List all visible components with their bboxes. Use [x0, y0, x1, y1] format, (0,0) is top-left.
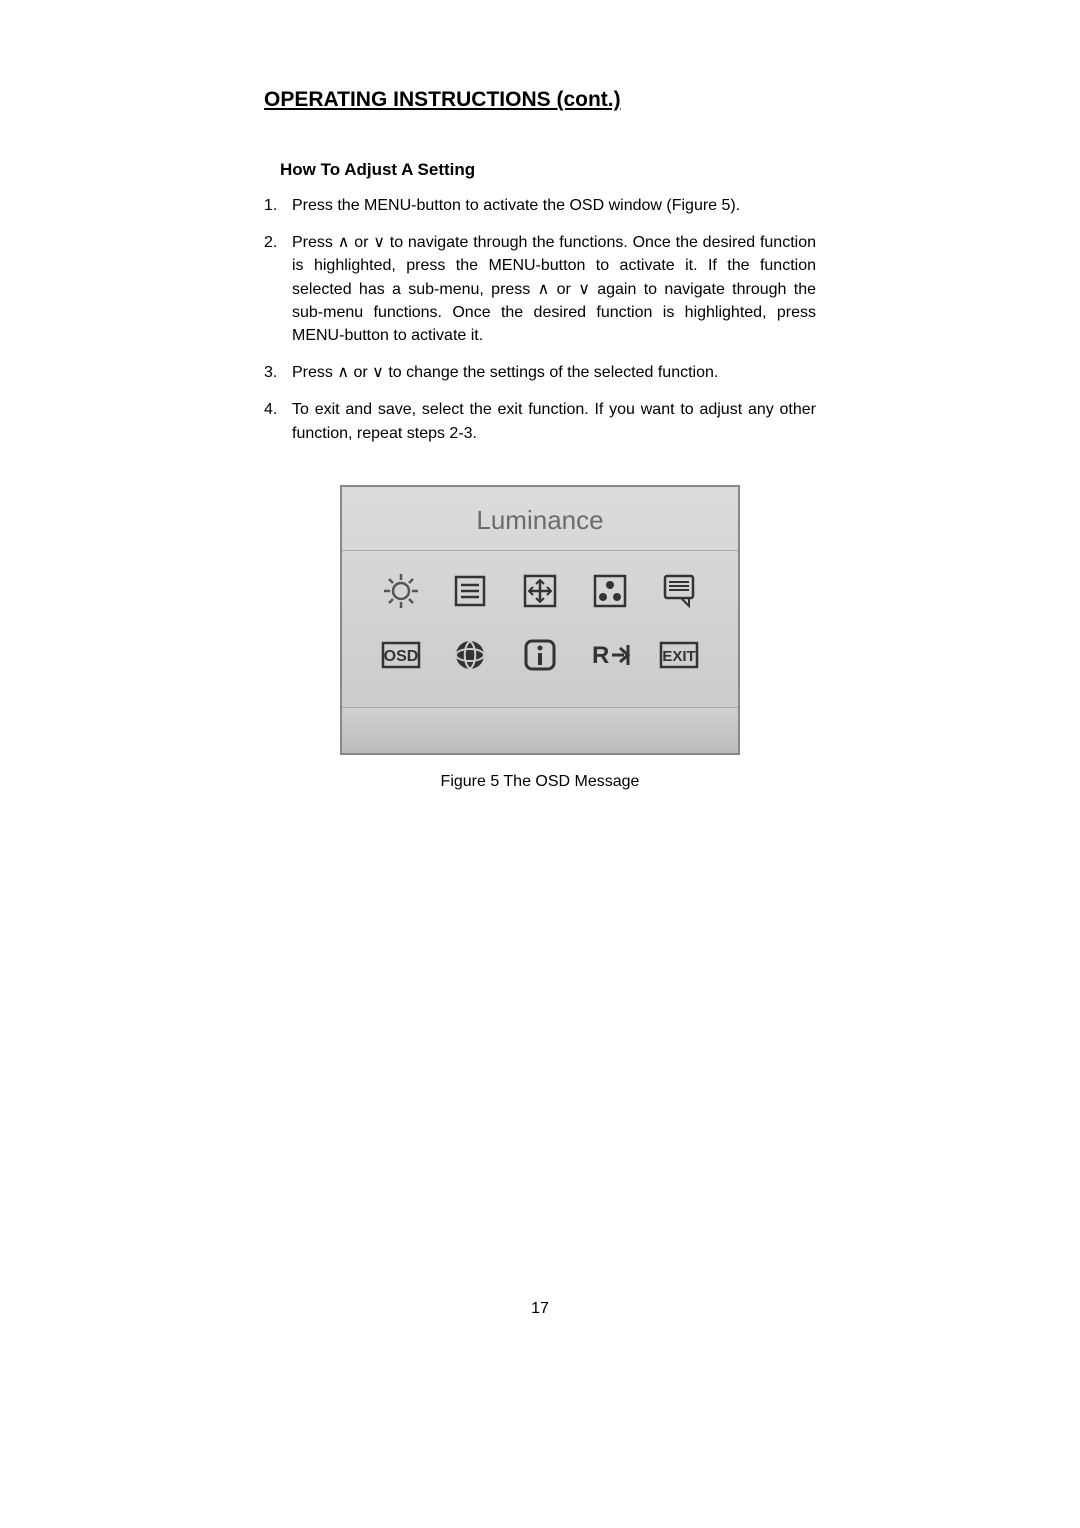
step-number: 2. [264, 231, 292, 254]
sub-header: How To Adjust A Setting [280, 160, 816, 180]
luminance-icon [379, 569, 423, 613]
svg-text:OSD: OSD [383, 648, 418, 665]
color-temp-icon [588, 569, 632, 613]
extra-icon [448, 633, 492, 677]
page-number: 17 [0, 1300, 1080, 1318]
section-header: OPERATING INSTRUCTIONS (cont.) [264, 88, 816, 112]
step-1: 1. Press the MENU-button to activate the… [264, 194, 816, 217]
figure-caption: Figure 5 The OSD Message [441, 773, 640, 791]
osd-icon-grid: OSD R EXIT [342, 551, 738, 707]
osd-title: Luminance [342, 487, 738, 551]
svg-text:R: R [592, 642, 609, 669]
information-icon [518, 633, 562, 677]
step-number: 4. [264, 398, 292, 421]
osd-setup-icon: OSD [379, 633, 423, 677]
step-text: Press ∧ or ∨ to navigate through the fun… [292, 231, 816, 347]
step-text: Press the MENU-button to activate the OS… [292, 194, 816, 217]
step-number: 3. [264, 361, 292, 384]
exit-icon: EXIT [657, 633, 701, 677]
dcr-icon [657, 569, 701, 613]
picture-boost-icon [518, 569, 562, 613]
instruction-list: 1. Press the MENU-button to activate the… [264, 194, 816, 445]
step-4: 4. To exit and save, select the exit fun… [264, 398, 816, 444]
figure-5: Luminance [264, 485, 816, 791]
step-2: 2. Press ∧ or ∨ to navigate through the … [264, 231, 816, 347]
step-3: 3. Press ∧ or ∨ to change the settings o… [264, 361, 816, 384]
osd-panel: Luminance [340, 485, 740, 755]
step-text: Press ∧ or ∨ to change the settings of t… [292, 361, 816, 384]
osd-footer [342, 707, 738, 753]
image-setup-icon [448, 569, 492, 613]
step-number: 1. [264, 194, 292, 217]
svg-text:EXIT: EXIT [663, 648, 696, 665]
reset-icon: R [588, 633, 632, 677]
osd-row-1 [366, 569, 714, 613]
step-text: To exit and save, select the exit functi… [292, 398, 816, 444]
osd-row-2: OSD R EXIT [366, 633, 714, 677]
